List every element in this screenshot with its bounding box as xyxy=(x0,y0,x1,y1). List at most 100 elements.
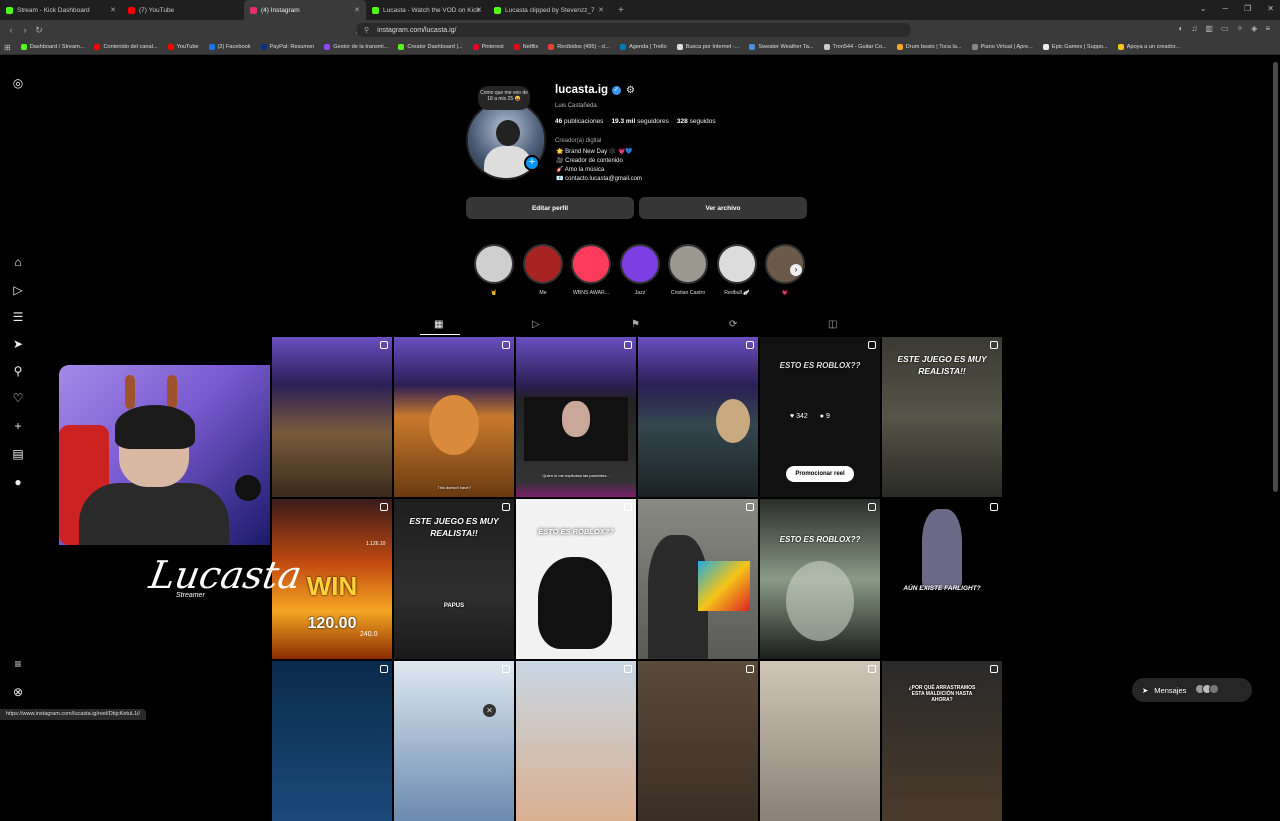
back-icon[interactable]: ‹ xyxy=(4,25,18,35)
browser-tab[interactable]: Lucasta clipped by Stevenzz_7 ✕ xyxy=(488,0,610,20)
story-highlight[interactable]: Cristian Castro xyxy=(666,244,710,296)
bookmark-item[interactable]: Piano Virtual | Apre... xyxy=(971,44,1033,50)
grid-post[interactable] xyxy=(638,499,758,659)
wallet-icon[interactable]: ▭ xyxy=(1221,24,1229,33)
close-icon[interactable]: ✕ xyxy=(1267,4,1274,13)
bookmark-item[interactable]: Pinterest xyxy=(472,44,504,50)
menu-icon[interactable]: ≡ xyxy=(1265,24,1270,33)
home-icon[interactable]: ⌂ xyxy=(11,255,25,269)
grid-post[interactable] xyxy=(394,661,514,821)
bookmark-item[interactable]: Agenda | Trello xyxy=(620,44,667,50)
grid-post[interactable] xyxy=(516,661,636,821)
vpn-icon[interactable]: ◈ xyxy=(1251,24,1257,33)
create-icon[interactable]: + xyxy=(11,419,25,433)
tab-reposts-icon[interactable]: ⟳ xyxy=(729,319,737,330)
extension-icon[interactable]: ◐ xyxy=(1179,24,1184,33)
grid-post[interactable]: This doesn't have? xyxy=(394,337,514,497)
settings-gear-icon[interactable]: ⚙ xyxy=(626,85,635,96)
close-icon[interactable]: ✕ xyxy=(483,704,496,717)
browser-tab[interactable]: (7) YouTube xyxy=(122,0,244,20)
instagram-logo-icon[interactable]: ◎ xyxy=(11,76,25,90)
bookmark-item[interactable]: PayPal: Resumen xyxy=(260,44,314,50)
reel-icon xyxy=(990,665,998,673)
story-highlight[interactable]: 🤘 xyxy=(472,244,516,296)
bookmark-item[interactable]: Gestor de la transmi... xyxy=(324,44,388,50)
bookmark-item[interactable]: YouTube xyxy=(167,44,199,50)
grid-post[interactable] xyxy=(638,661,758,821)
close-icon[interactable]: ✕ xyxy=(110,6,116,14)
grid-post[interactable] xyxy=(272,661,392,821)
browser-tab-active[interactable]: (4) Instagram ✕ xyxy=(244,0,366,20)
url-input[interactable]: ⚲ instagram.com/lucasta.ig/ xyxy=(356,23,911,37)
profile-note[interactable]: Como que me veo de 18 a mis 25 😝 xyxy=(478,86,530,110)
browser-tab[interactable]: Lucasta - Watch the VOD on Kick ✕ xyxy=(366,0,488,20)
bookmark-item[interactable]: Netflix xyxy=(513,44,538,50)
music-icon[interactable]: ♫ xyxy=(1191,24,1197,33)
search-icon[interactable]: ⚲ xyxy=(11,364,25,378)
restore-icon[interactable]: ❐ xyxy=(1244,4,1251,13)
sidebar-icon[interactable]: ▥ xyxy=(1205,24,1213,33)
more-menu-icon[interactable]: ≡ xyxy=(11,657,25,671)
bookmark-item[interactable]: Busca por Internet -... xyxy=(676,44,739,50)
apps-icon[interactable]: ⊞ xyxy=(4,43,11,52)
tab-posts-grid-icon[interactable]: ▦ xyxy=(434,319,443,330)
story-highlight[interactable]: Me xyxy=(521,244,565,296)
bookmark-item[interactable]: Recibidos (495) - cl... xyxy=(548,44,610,50)
heart-icon[interactable]: ♡ xyxy=(11,391,25,405)
bookmark-item[interactable]: Creator Dashboard |... xyxy=(398,44,463,50)
promote-reel-button[interactable]: Promocionar reel xyxy=(786,466,854,482)
grid-post[interactable] xyxy=(272,337,392,497)
bookmark-item[interactable]: Sweater Weather Ta... xyxy=(749,44,814,50)
story-highlight[interactable]: Jazz xyxy=(618,244,662,296)
dashboard-icon[interactable]: ▤ xyxy=(11,447,25,461)
site-info-icon[interactable]: ⚲ xyxy=(364,26,369,34)
scrollbar-thumb[interactable] xyxy=(1273,62,1278,492)
grid-post[interactable]: Quien sí me explicaba las pacientes... xyxy=(516,337,636,497)
bookmark-item[interactable]: Apoya a un creador... xyxy=(1117,44,1180,50)
minimize-icon[interactable]: ─ xyxy=(1222,4,1228,13)
edit-profile-button[interactable]: Editar perfil xyxy=(466,197,634,219)
grid-post[interactable]: ESTO ES ROBLOX?? xyxy=(760,499,880,659)
bio-line: 📧 contacto.lucasta@gmail.com xyxy=(556,176,642,182)
tab-tagged-icon[interactable]: ◫ xyxy=(828,319,837,330)
also-from-meta-icon[interactable]: ⊗ xyxy=(11,685,25,699)
tab-saved-icon[interactable]: ⚑ xyxy=(631,319,640,330)
bookmark-item[interactable]: (2) Facebook xyxy=(208,44,251,50)
following-count[interactable]: 328 seguidos xyxy=(677,118,716,125)
new-tab-icon[interactable]: + xyxy=(610,5,632,16)
view-archive-button[interactable]: Ver archivo xyxy=(639,197,807,219)
bookmark-item[interactable]: Tron544 - Guitar Co... xyxy=(823,44,887,50)
chevron-right-icon[interactable]: › xyxy=(790,264,802,276)
grid-post[interactable]: ESTO ES ROBLOX?? xyxy=(516,499,636,659)
messages-button[interactable]: ➤ Mensajes xyxy=(1132,678,1252,702)
grid-post-hovered[interactable]: ESTO ES ROBLOX?? ♥ 342 ● 9 Promocionar r… xyxy=(760,337,880,497)
chevron-down-icon[interactable]: ⌄ xyxy=(1200,4,1207,13)
notifications-list-icon[interactable]: ☰ xyxy=(11,310,25,324)
forward-icon[interactable]: › xyxy=(18,25,32,35)
grid-post[interactable] xyxy=(638,337,758,497)
followers-count[interactable]: 19.3 mil seguidores xyxy=(611,118,668,125)
grid-post[interactable]: ESTE JUEGO ES MUY REALISTA!! xyxy=(882,337,1002,497)
messages-icon[interactable]: ➤ xyxy=(11,337,25,351)
grid-post[interactable] xyxy=(760,661,880,821)
leo-icon[interactable]: ✧ xyxy=(1236,24,1243,33)
browser-tab[interactable]: Stream - Kick Dashboard ✕ xyxy=(0,0,122,20)
bookmark-item[interactable]: Contenido del canal... xyxy=(94,44,158,50)
tab-reels-icon[interactable]: ▷ xyxy=(532,319,540,330)
grid-post[interactable]: AÚN EXISTE FARLIGHT? xyxy=(882,499,1002,659)
comments-stat: ● 9 xyxy=(819,413,830,420)
story-highlight[interactable]: Redbull 🪽 xyxy=(715,244,759,296)
grid-post[interactable]: ¿POR QUÉ ARRASTRAMOS ESTA MALDICIÓN HAST… xyxy=(882,661,1002,821)
profile-avatar-icon[interactable]: ● xyxy=(11,475,25,489)
reels-icon[interactable]: ▷ xyxy=(11,283,25,297)
bookmark-item[interactable]: Epic Games | Suppo... xyxy=(1042,44,1108,50)
close-icon[interactable]: ✕ xyxy=(354,6,360,14)
bookmark-item[interactable]: Dashboard / Stream... xyxy=(20,44,84,50)
bookmark-item[interactable]: Drum beats | Toca la... xyxy=(896,44,962,50)
story-highlight[interactable]: WBNS AWAR... xyxy=(569,244,613,296)
grid-post[interactable]: ESTE JUEGO ES MUY REALISTA!! PAPUS xyxy=(394,499,514,659)
close-icon[interactable]: ✕ xyxy=(598,6,604,14)
close-icon[interactable]: ✕ xyxy=(476,6,482,14)
reload-icon[interactable]: ↻ xyxy=(32,25,46,36)
add-story-icon[interactable]: + xyxy=(524,155,540,171)
